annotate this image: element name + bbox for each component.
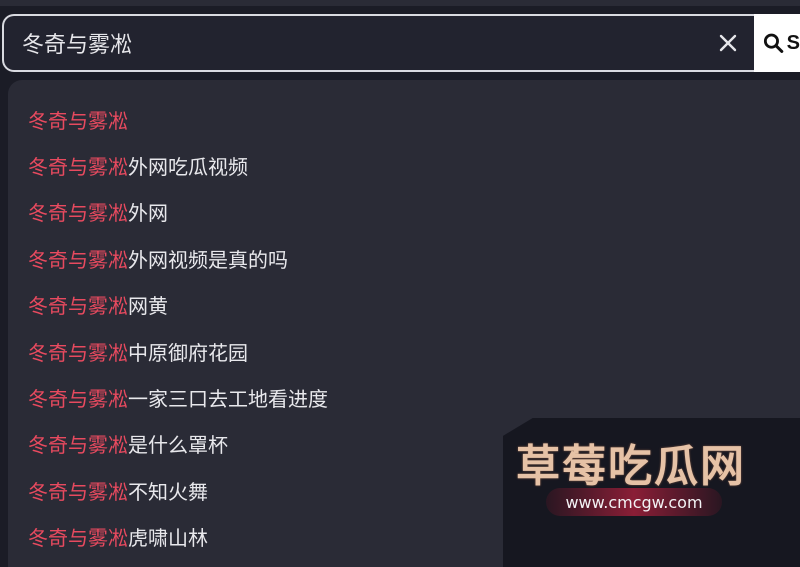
suggestion-highlight: 冬奇与雾凇 — [28, 526, 128, 551]
watermark-url: www.cmcgw.com — [546, 488, 722, 516]
search-input[interactable] — [4, 16, 702, 70]
suggestion-rest: 一家三口去工地看进度 — [128, 387, 328, 412]
suggestion-highlight: 冬奇与雾凇 — [28, 433, 128, 458]
watermark-logo: 草莓吃瓜网 — [516, 441, 746, 492]
suggestion-item[interactable]: 冬奇与雾凇 虎啸山林 — [28, 514, 328, 560]
close-icon — [719, 34, 737, 52]
suggestion-rest: 虎啸山林 — [128, 526, 208, 551]
suggestion-rest: 外网 — [128, 201, 168, 226]
search-button-label: S — [786, 31, 800, 54]
suggestion-rest: 不知火舞 — [128, 479, 208, 504]
suggestion-item[interactable]: 冬奇与雾凇 — [28, 96, 328, 142]
suggestion-rest: 中原御府花园 — [128, 340, 248, 365]
suggestion-highlight: 冬奇与雾凇 — [28, 108, 128, 133]
suggestion-item[interactable]: 冬奇与雾凇 外网吃瓜视频 — [28, 142, 328, 188]
suggestion-highlight: 冬奇与雾凇 — [28, 201, 128, 226]
suggestion-rest: 网黄 — [128, 294, 168, 319]
suggestion-item[interactable]: 冬奇与雾凇 一家三口去工地看进度 — [28, 374, 328, 420]
suggestion-highlight: 冬奇与雾凇 — [28, 294, 128, 319]
suggestion-highlight: 冬奇与雾凇 — [28, 340, 128, 365]
suggestion-item[interactable]: 冬奇与雾凇 中原御府花园 — [28, 328, 328, 374]
search-bar — [2, 14, 754, 72]
suggestion-item[interactable]: 冬奇与雾凇 外网视频是真的吗 — [28, 235, 328, 281]
suggestion-highlight: 冬奇与雾凇 — [28, 247, 128, 272]
suggestion-rest: 外网视频是真的吗 — [128, 247, 288, 272]
suggestion-highlight: 冬奇与雾凇 — [28, 387, 128, 412]
search-icon — [763, 33, 784, 53]
suggestion-item[interactable]: 冬奇与雾凇 网黄 — [28, 282, 328, 328]
suggestion-highlight: 冬奇与雾凇 — [28, 155, 128, 180]
suggestion-list: 冬奇与雾凇 冬奇与雾凇 外网吃瓜视频 冬奇与雾凇 外网 冬奇与雾凇 外网视频是真的吗 … — [28, 96, 328, 560]
suggestion-item[interactable]: 冬奇与雾凇 是什么罩杯 — [28, 421, 328, 467]
search-button[interactable]: S — [754, 14, 800, 72]
top-strip — [0, 0, 800, 6]
suggestion-rest: 是什么罩杯 — [128, 433, 228, 458]
suggestion-rest: 外网吃瓜视频 — [128, 155, 248, 180]
suggestion-item[interactable]: 冬奇与雾凇 不知火舞 — [28, 467, 328, 513]
clear-button[interactable] — [702, 16, 754, 70]
page: S 冬奇与雾凇 冬奇与雾凇外网吃瓜视频 冬奇与雾凇外网 冬奇与雾凇外网视频是真的… — [0, 0, 800, 567]
suggestion-item[interactable]: 冬奇与雾凇 外网 — [28, 189, 328, 235]
suggestion-highlight: 冬奇与雾凇 — [28, 479, 128, 504]
